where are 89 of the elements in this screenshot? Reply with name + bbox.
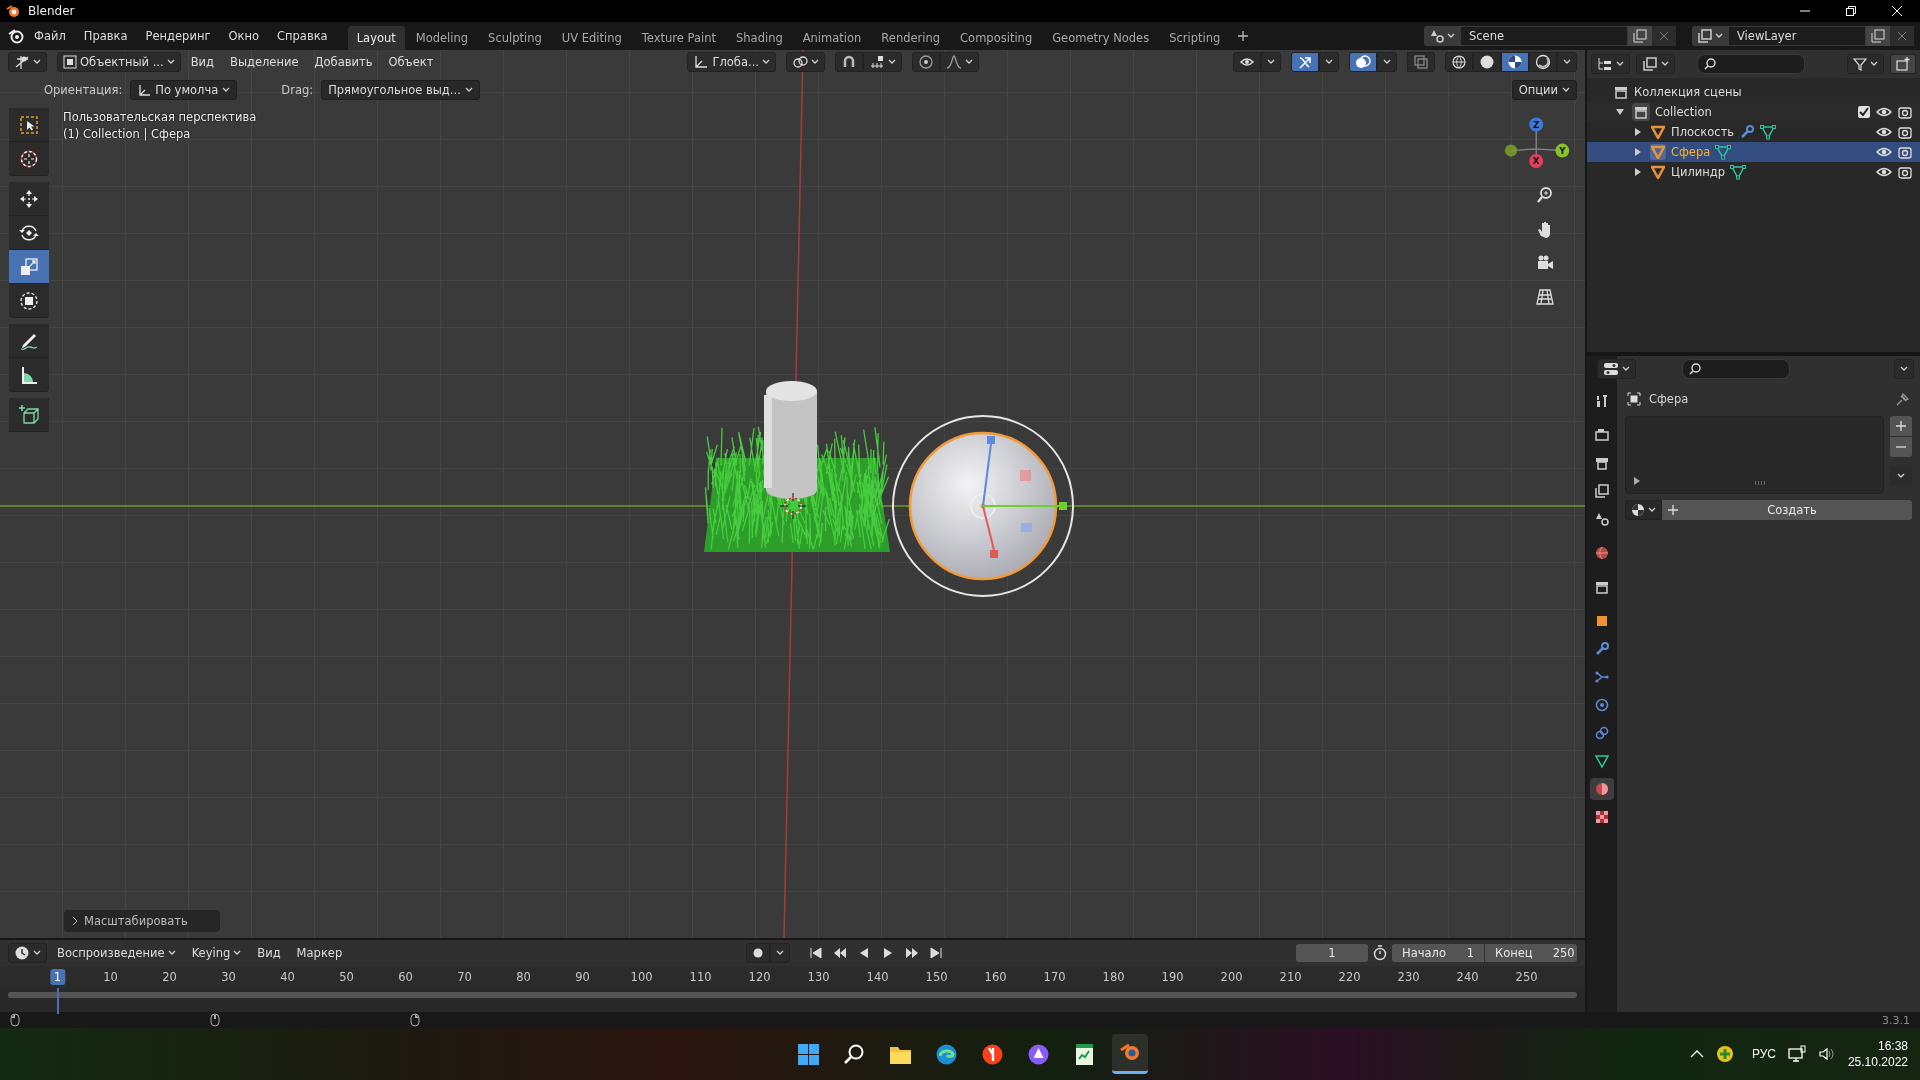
frame-number: 50 (338, 969, 355, 985)
end-label: Конец (1495, 946, 1533, 960)
scene-collection-label[interactable]: Коллекция сцены (1634, 85, 1742, 99)
frame-number: 110 (688, 969, 713, 985)
frame-number: 230 (1396, 969, 1421, 985)
frame-number: 130 (806, 969, 831, 985)
workspace-tab[interactable]: Geometry Nodes (1043, 26, 1159, 50)
workspace-tab[interactable]: Animation (793, 26, 871, 50)
end-value: 250 (1552, 946, 1575, 960)
workspace-tab[interactable]: Compositing (951, 26, 1042, 50)
language-indicator[interactable]: РУС (1751, 1047, 1776, 1061)
drag-label: Drag: (280, 83, 315, 97)
outliner-row[interactable]: Цилиндр (1587, 162, 1920, 182)
axis-label: Z (1533, 119, 1540, 130)
workspace-tab[interactable]: Texture Paint (632, 26, 725, 50)
object-name: Цилиндр (1671, 165, 1725, 179)
orientation-label: Ориентация: (43, 83, 124, 97)
frame-number: 220 (1337, 969, 1362, 985)
menu-item[interactable]: Вид (251, 944, 287, 962)
scene-field[interactable]: Scene (1460, 26, 1628, 46)
menu-item[interactable]: Окно (220, 26, 267, 46)
outliner-row[interactable]: Сфера (1587, 142, 1920, 162)
object-name: Плоскость (1671, 125, 1735, 139)
workspace-tab[interactable]: Scripting (1160, 26, 1230, 50)
object-name: Сфера (1671, 145, 1711, 159)
axis-label: Y (1559, 146, 1566, 157)
start-value: 1 (1466, 946, 1474, 960)
workspace-tab[interactable]: Shading (727, 26, 792, 50)
frame-number: 40 (279, 969, 296, 985)
menu-item[interactable]: Вид (184, 53, 220, 71)
menu-dropdown[interactable]: Воспроизведение (51, 944, 182, 962)
menu-item[interactable]: Объект (382, 53, 440, 71)
clock[interactable]: 16:38 25.10.2022 (1847, 1039, 1908, 1069)
time-label: 16:38 (1877, 1039, 1908, 1053)
menu-item[interactable]: Добавить (308, 53, 379, 71)
frame-number: 180 (1101, 969, 1126, 985)
last-operator-panel[interactable]: Масштабировать (64, 910, 220, 932)
workspace-tab[interactable]: Rendering (872, 26, 950, 50)
workspace-tab[interactable]: Modeling (406, 26, 478, 50)
menu-item[interactable]: Рендеринг (137, 26, 219, 46)
frame-number: 160 (983, 969, 1008, 985)
current-frame-field[interactable]: 1 (1296, 944, 1368, 962)
frame-number: 30 (220, 969, 237, 985)
frame-number: 250 (1514, 969, 1539, 985)
object-name: Сфера (1649, 392, 1689, 406)
frame-number: 210 (1278, 969, 1303, 985)
axis-label: X (1532, 156, 1540, 167)
frame-number: 1 (49, 969, 66, 985)
frame-number: 60 (397, 969, 414, 985)
frame-number: 100 (629, 969, 654, 985)
menu-item[interactable]: Файл (26, 26, 74, 46)
menu-dropdown[interactable]: Keying (185, 944, 248, 962)
menu-item[interactable]: Правка (75, 26, 136, 46)
frame-number: 170 (1042, 969, 1067, 985)
drag-dropdown[interactable]: Прямоугольное выд... (321, 80, 480, 100)
frame-number: 140 (865, 969, 890, 985)
orientation-dropdown[interactable]: По умолча (130, 80, 238, 100)
orientation-dropdown[interactable]: Глоба... (687, 52, 776, 72)
mode-dropdown[interactable]: Объектный ... (57, 52, 181, 72)
version-label: 3.3.1 (1882, 1013, 1910, 1027)
frame-number: 190 (1160, 969, 1185, 985)
date-label: 25.10.2022 (1847, 1055, 1908, 1069)
view-name: Пользовательская перспектива (63, 110, 257, 124)
context-label: (1) Collection | Сфера (63, 127, 192, 141)
frame-number: 70 (456, 969, 473, 985)
frame-number: 90 (574, 969, 591, 985)
options-dropdown[interactable]: Опции (1511, 80, 1577, 100)
frame-number: 20 (161, 969, 178, 985)
menu-item[interactable]: Справка (269, 26, 336, 46)
window-title: Blender (28, 4, 75, 18)
start-label: Начало (1402, 946, 1446, 960)
frame-number: 150 (924, 969, 949, 985)
frame-number: 120 (747, 969, 772, 985)
outliner-item[interactable]: Collection (1655, 105, 1712, 119)
menu-item[interactable]: Выделение (224, 53, 305, 71)
navigation-gizmo[interactable]: Z Y X (1491, 108, 1571, 174)
frame-number: 10 (102, 969, 119, 985)
workspace-tab[interactable]: Layout (347, 26, 405, 50)
frame-number: 200 (1219, 969, 1244, 985)
frame-number: 80 (515, 969, 532, 985)
outliner-row[interactable]: Плоскость (1587, 122, 1920, 142)
workspace-tab[interactable]: UV Editing (552, 26, 631, 50)
new-material-button[interactable]: Создать (1662, 500, 1912, 520)
menu-item[interactable]: Маркер (290, 944, 349, 962)
frame-number: 240 (1455, 969, 1480, 985)
view-layer-field[interactable]: ViewLayer (1728, 26, 1866, 46)
end-frame-field[interactable]: Конец 250 (1485, 944, 1577, 962)
start-frame-field[interactable]: Начало 1 (1392, 944, 1484, 962)
workspace-tab[interactable]: Sculpting (479, 26, 551, 50)
